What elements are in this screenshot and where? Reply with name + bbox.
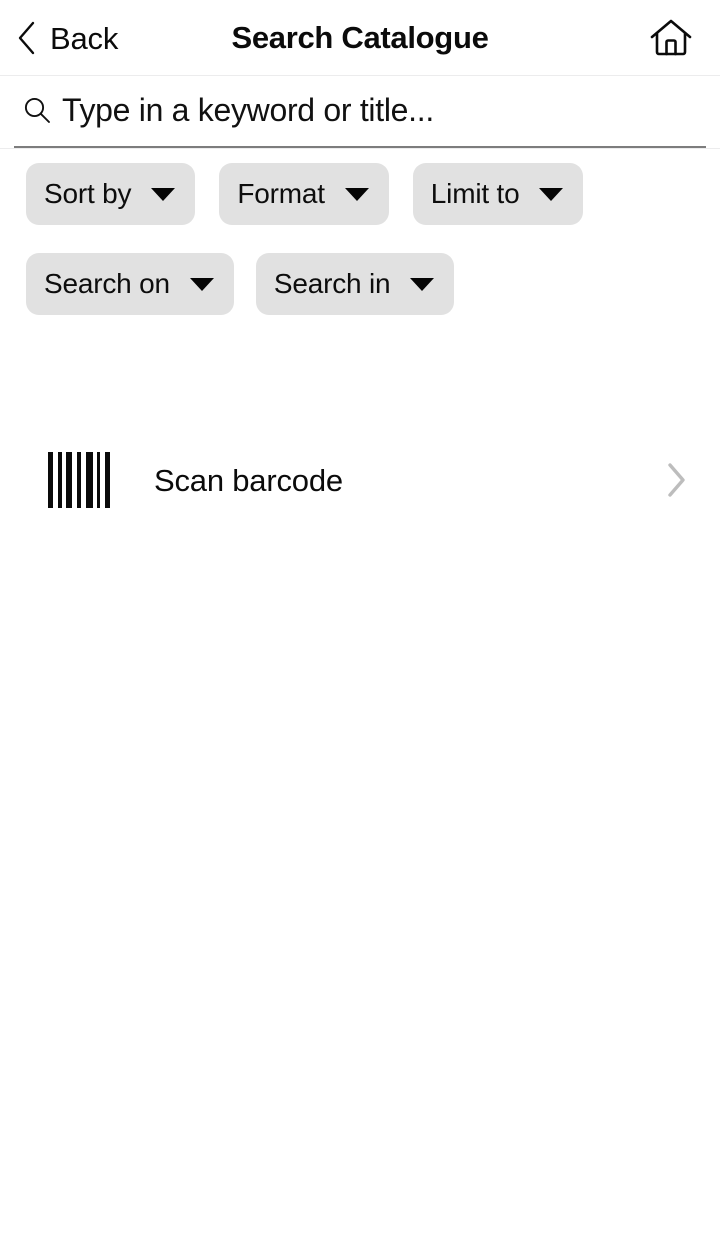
filter-chip-search-on[interactable]: Search on [26, 253, 234, 315]
scan-barcode-row[interactable]: Scan barcode [0, 437, 720, 523]
filter-chip-search-in[interactable]: Search in [255, 253, 455, 315]
search-input[interactable]: Type in a keyword or title... [62, 94, 434, 128]
home-icon [650, 19, 692, 56]
filter-chip-sort-by[interactable]: Sort by [26, 163, 196, 225]
filter-chip-label: Sort by [44, 178, 132, 209]
filter-chip-row-secondary: Search on Search in [0, 253, 720, 315]
chevron-right-icon [668, 463, 685, 497]
back-button[interactable]: Back [8, 0, 126, 76]
filter-chip-format[interactable]: Format [219, 163, 389, 225]
filter-chip-limit-to[interactable]: Limit to [412, 163, 584, 225]
search-field[interactable]: Type in a keyword or title... [14, 76, 706, 148]
chevron-down-icon [189, 277, 214, 291]
filter-chip-row-primary: Sort by Format Limit to [0, 163, 720, 225]
filter-chip-label: Search in [273, 268, 391, 299]
filter-chip-label: Limit to [430, 178, 520, 209]
chevron-left-icon [18, 21, 35, 55]
chevron-down-icon [539, 187, 564, 201]
filter-chip-label: Format [237, 178, 325, 209]
search-icon [24, 97, 50, 123]
chevron-down-icon [344, 187, 369, 201]
barcode-icon [48, 452, 110, 508]
back-button-label: Back [50, 20, 119, 56]
filter-chip-label: Search on [44, 268, 170, 299]
chevron-down-icon [410, 277, 435, 291]
scan-barcode-label: Scan barcode [154, 462, 343, 498]
app-header: Back Search Catalogue [0, 0, 720, 76]
chevron-down-icon [151, 187, 176, 201]
search-catalogue-screen: Back Search Catalogue Type in a keyword … [0, 0, 720, 1245]
home-button[interactable] [640, 0, 702, 76]
filter-chips: Sort by Format Limit to Search on Search… [0, 149, 720, 315]
